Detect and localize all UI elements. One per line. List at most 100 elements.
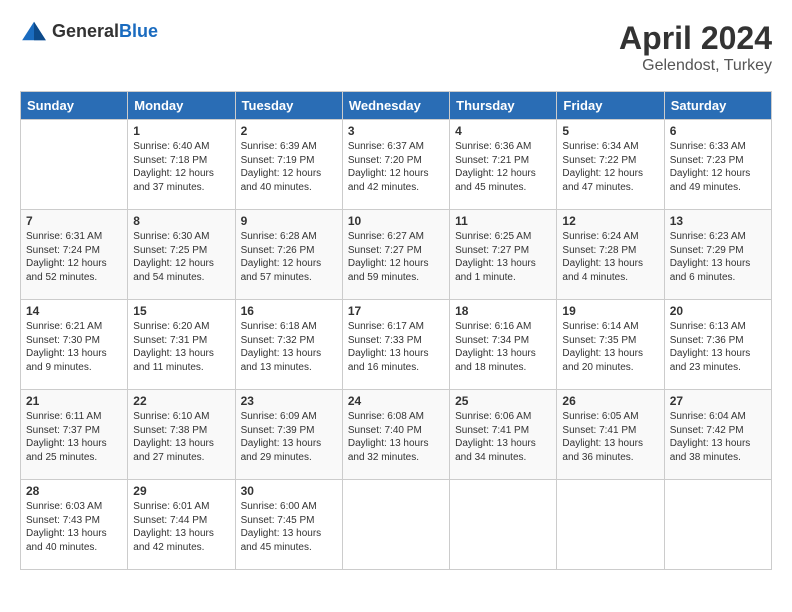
day-info: Sunrise: 6:24 AM Sunset: 7:28 PM Dayligh… xyxy=(562,230,658,284)
calendar-day-cell: 19 Sunrise: 6:14 AM Sunset: 7:35 PM Dayli… xyxy=(557,300,664,390)
calendar-week-row: 21Sunrise: 6:11 AM Sunset: 7:37 PM Dayli… xyxy=(21,390,772,480)
day-number: 3 xyxy=(348,124,444,138)
day-number: 27 xyxy=(670,394,766,408)
day-of-week-header: Tuesday xyxy=(235,92,342,120)
location-title: Gelendost, Turkey xyxy=(619,57,772,75)
day-of-week-header: Wednesday xyxy=(342,92,449,120)
calendar-day-cell xyxy=(342,480,449,570)
calendar-day-cell: 22 Sunrise: 6:10 AM Sunset: 7:38 PM Dayli… xyxy=(128,390,235,480)
calendar-table: SundayMondayTuesdayWednesdayThursdayFrid… xyxy=(20,91,772,570)
day-number: 8 xyxy=(133,214,229,228)
day-info: Sunrise: 6:27 AM Sunset: 7:27 PM Dayligh… xyxy=(348,230,444,284)
calendar-day-cell: 10 Sunrise: 6:27 AM Sunset: 7:27 PM Dayli… xyxy=(342,210,449,300)
calendar-day-cell: 12 Sunrise: 6:24 AM Sunset: 7:28 PM Dayli… xyxy=(557,210,664,300)
day-info: Sunrise: 6:18 AM Sunset: 7:32 PM Dayligh… xyxy=(241,320,337,374)
day-number: 19 xyxy=(562,304,658,318)
day-number: 16 xyxy=(241,304,337,318)
calendar-day-cell: 11Sunrise: 6:25 AM Sunset: 7:27 PM Dayli… xyxy=(450,210,557,300)
day-info: Sunrise: 6:20 AM Sunset: 7:31 PM Dayligh… xyxy=(133,320,229,374)
calendar-day-cell: 2 Sunrise: 6:39 AM Sunset: 7:19 PM Daylig… xyxy=(235,120,342,210)
calendar-day-cell: 9 Sunrise: 6:28 AM Sunset: 7:26 PM Daylig… xyxy=(235,210,342,300)
day-info: Sunrise: 6:04 AM Sunset: 7:42 PM Dayligh… xyxy=(670,410,766,464)
day-number: 15 xyxy=(133,304,229,318)
day-number: 28 xyxy=(26,484,122,498)
day-info: Sunrise: 6:10 AM Sunset: 7:38 PM Dayligh… xyxy=(133,410,229,464)
day-number: 10 xyxy=(348,214,444,228)
calendar-day-cell xyxy=(557,480,664,570)
day-info: Sunrise: 6:31 AM Sunset: 7:24 PM Dayligh… xyxy=(26,230,122,284)
day-number: 29 xyxy=(133,484,229,498)
day-info: Sunrise: 6:09 AM Sunset: 7:39 PM Dayligh… xyxy=(241,410,337,464)
day-info: Sunrise: 6:06 AM Sunset: 7:41 PM Dayligh… xyxy=(455,410,551,464)
calendar-day-cell: 7 Sunrise: 6:31 AM Sunset: 7:24 PM Daylig… xyxy=(21,210,128,300)
calendar-day-cell: 8 Sunrise: 6:30 AM Sunset: 7:25 PM Daylig… xyxy=(128,210,235,300)
day-info: Sunrise: 6:03 AM Sunset: 7:43 PM Dayligh… xyxy=(26,500,122,554)
day-number: 25 xyxy=(455,394,551,408)
calendar-day-cell: 24 Sunrise: 6:08 AM Sunset: 7:40 PM Dayli… xyxy=(342,390,449,480)
calendar-day-cell: 3 Sunrise: 6:37 AM Sunset: 7:20 PM Daylig… xyxy=(342,120,449,210)
day-of-week-header: Sunday xyxy=(21,92,128,120)
calendar-day-cell: 21Sunrise: 6:11 AM Sunset: 7:37 PM Dayli… xyxy=(21,390,128,480)
day-number: 20 xyxy=(670,304,766,318)
day-number: 5 xyxy=(562,124,658,138)
calendar-day-cell: 17 Sunrise: 6:17 AM Sunset: 7:33 PM Dayli… xyxy=(342,300,449,390)
calendar-day-cell: 26Sunrise: 6:05 AM Sunset: 7:41 PM Dayli… xyxy=(557,390,664,480)
day-info: Sunrise: 6:08 AM Sunset: 7:40 PM Dayligh… xyxy=(348,410,444,464)
day-info: Sunrise: 6:13 AM Sunset: 7:36 PM Dayligh… xyxy=(670,320,766,374)
month-title: April 2024 xyxy=(619,20,772,57)
calendar-day-cell: 5 Sunrise: 6:34 AM Sunset: 7:22 PM Daylig… xyxy=(557,120,664,210)
calendar-week-row: 28 Sunrise: 6:03 AM Sunset: 7:43 PM Dayli… xyxy=(21,480,772,570)
logo-icon xyxy=(20,20,48,42)
day-number: 13 xyxy=(670,214,766,228)
calendar-day-cell: 27 Sunrise: 6:04 AM Sunset: 7:42 PM Dayli… xyxy=(664,390,771,480)
day-info: Sunrise: 6:00 AM Sunset: 7:45 PM Dayligh… xyxy=(241,500,337,554)
day-number: 9 xyxy=(241,214,337,228)
calendar-day-cell: 20 Sunrise: 6:13 AM Sunset: 7:36 PM Dayli… xyxy=(664,300,771,390)
day-number: 2 xyxy=(241,124,337,138)
calendar-day-cell: 25 Sunrise: 6:06 AM Sunset: 7:41 PM Dayli… xyxy=(450,390,557,480)
day-number: 18 xyxy=(455,304,551,318)
day-info: Sunrise: 6:21 AM Sunset: 7:30 PM Dayligh… xyxy=(26,320,122,374)
day-info: Sunrise: 6:11 AM Sunset: 7:37 PM Dayligh… xyxy=(26,410,122,464)
calendar-day-cell: 18 Sunrise: 6:16 AM Sunset: 7:34 PM Dayli… xyxy=(450,300,557,390)
day-info: Sunrise: 6:40 AM Sunset: 7:18 PM Dayligh… xyxy=(133,140,229,194)
calendar-day-cell: 23Sunrise: 6:09 AM Sunset: 7:39 PM Dayli… xyxy=(235,390,342,480)
calendar-week-row: 7 Sunrise: 6:31 AM Sunset: 7:24 PM Daylig… xyxy=(21,210,772,300)
day-number: 12 xyxy=(562,214,658,228)
day-number: 24 xyxy=(348,394,444,408)
calendar-day-cell: 16 Sunrise: 6:18 AM Sunset: 7:32 PM Dayli… xyxy=(235,300,342,390)
day-info: Sunrise: 6:34 AM Sunset: 7:22 PM Dayligh… xyxy=(562,140,658,194)
calendar-day-cell xyxy=(664,480,771,570)
calendar-day-cell: 13Sunrise: 6:23 AM Sunset: 7:29 PM Dayli… xyxy=(664,210,771,300)
calendar-day-cell: 15 Sunrise: 6:20 AM Sunset: 7:31 PM Dayli… xyxy=(128,300,235,390)
day-number: 6 xyxy=(670,124,766,138)
calendar-header-row: SundayMondayTuesdayWednesdayThursdayFrid… xyxy=(21,92,772,120)
day-info: Sunrise: 6:01 AM Sunset: 7:44 PM Dayligh… xyxy=(133,500,229,554)
calendar-week-row: 1 Sunrise: 6:40 AM Sunset: 7:18 PM Daylig… xyxy=(21,120,772,210)
day-info: Sunrise: 6:37 AM Sunset: 7:20 PM Dayligh… xyxy=(348,140,444,194)
day-info: Sunrise: 6:36 AM Sunset: 7:21 PM Dayligh… xyxy=(455,140,551,194)
day-info: Sunrise: 6:39 AM Sunset: 7:19 PM Dayligh… xyxy=(241,140,337,194)
logo-text: GeneralBlue xyxy=(52,21,158,42)
calendar-day-cell: 6Sunrise: 6:33 AM Sunset: 7:23 PM Daylig… xyxy=(664,120,771,210)
day-info: Sunrise: 6:16 AM Sunset: 7:34 PM Dayligh… xyxy=(455,320,551,374)
calendar-day-cell: 4 Sunrise: 6:36 AM Sunset: 7:21 PM Daylig… xyxy=(450,120,557,210)
day-number: 4 xyxy=(455,124,551,138)
day-number: 1 xyxy=(133,124,229,138)
day-info: Sunrise: 6:28 AM Sunset: 7:26 PM Dayligh… xyxy=(241,230,337,284)
day-number: 30 xyxy=(241,484,337,498)
day-number: 17 xyxy=(348,304,444,318)
day-info: Sunrise: 6:14 AM Sunset: 7:35 PM Dayligh… xyxy=(562,320,658,374)
calendar-day-cell: 28 Sunrise: 6:03 AM Sunset: 7:43 PM Dayli… xyxy=(21,480,128,570)
day-number: 14 xyxy=(26,304,122,318)
day-info: Sunrise: 6:17 AM Sunset: 7:33 PM Dayligh… xyxy=(348,320,444,374)
calendar-day-cell: 1 Sunrise: 6:40 AM Sunset: 7:18 PM Daylig… xyxy=(128,120,235,210)
day-of-week-header: Friday xyxy=(557,92,664,120)
header: GeneralBlue April 2024 Gelendost, Turkey xyxy=(20,20,772,75)
day-number: 7 xyxy=(26,214,122,228)
title-area: April 2024 Gelendost, Turkey xyxy=(619,20,772,75)
day-number: 22 xyxy=(133,394,229,408)
calendar-day-cell xyxy=(21,120,128,210)
day-of-week-header: Thursday xyxy=(450,92,557,120)
day-info: Sunrise: 6:30 AM Sunset: 7:25 PM Dayligh… xyxy=(133,230,229,284)
